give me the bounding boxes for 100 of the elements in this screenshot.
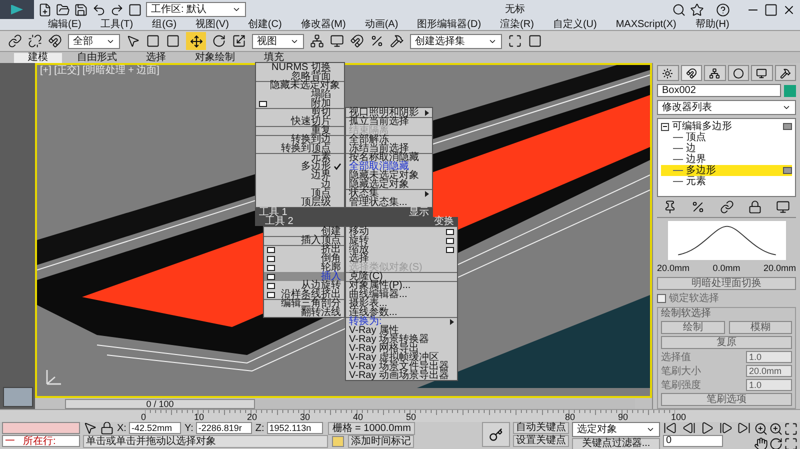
- stack-tool-icon[interactable]: [748, 200, 762, 214]
- stack-tool-icon[interactable]: [691, 200, 706, 214]
- menu-item[interactable]: 摄影表...: [346, 299, 457, 308]
- menu-item[interactable]: 移动: [346, 227, 457, 236]
- menu-item[interactable]: 视图(V): [196, 19, 229, 30]
- auto-key-button[interactable]: 自动关键点: [513, 422, 569, 434]
- menu-item[interactable]: 连线参数...: [346, 308, 457, 317]
- menu-item[interactable]: NURMS 切换: [256, 63, 344, 72]
- menu-item[interactable]: 全部解冻: [346, 135, 432, 144]
- stack-tool-icon[interactable]: [663, 200, 677, 214]
- menu-item[interactable]: 边: [256, 180, 344, 189]
- panel-tab-button[interactable]: [657, 65, 678, 81]
- quick-access-icon[interactable]: [74, 2, 88, 16]
- snap-icon[interactable]: [350, 34, 364, 48]
- menu-item[interactable]: 顶点: [256, 189, 344, 198]
- key-mode-button[interactable]: [482, 422, 510, 447]
- playback-icon[interactable]: [718, 421, 732, 435]
- stack-item[interactable]: 顶点: [661, 132, 792, 143]
- collapse-toggle[interactable]: [661, 122, 669, 130]
- coord-field[interactable]: -42.52mm: [129, 422, 182, 434]
- menu-item[interactable]: 快速切片: [256, 117, 344, 126]
- viewport-nav-icon[interactable]: [769, 422, 783, 436]
- reference-coord-dropdown[interactable]: 视图: [252, 34, 304, 48]
- select-icon[interactable]: [126, 34, 140, 48]
- menu-item[interactable]: 附加: [256, 99, 344, 108]
- time-slider-thumb[interactable]: 0 / 100: [65, 398, 255, 408]
- viewport-nav-icon[interactable]: [784, 422, 798, 436]
- menu-item[interactable]: V-Ray 动画场景导出器: [346, 371, 457, 380]
- lock-checkbox[interactable]: [657, 294, 666, 303]
- quick-access-icon[interactable]: [38, 2, 52, 16]
- rotate-icon[interactable]: [212, 34, 226, 48]
- menu-item[interactable]: 隐藏未选定对象: [256, 81, 344, 90]
- menu-item[interactable]: 创建: [264, 227, 344, 236]
- menu-item[interactable]: 翻转法线: [264, 308, 344, 317]
- menu-item[interactable]: 冻结当前选择: [346, 144, 432, 153]
- menu-item[interactable]: 动画(A): [364, 19, 398, 30]
- scale-icon[interactable]: [232, 34, 246, 48]
- revert-button[interactable]: 复原: [661, 336, 792, 349]
- lock-icon[interactable]: [100, 421, 114, 435]
- menu-item[interactable]: 组(G): [152, 19, 177, 30]
- named-selection-dropdown[interactable]: 创建选择集: [410, 34, 502, 48]
- menu-item[interactable]: 曲线编辑器...: [346, 290, 457, 299]
- move-tool-button[interactable]: [186, 32, 206, 50]
- listener-output-field[interactable]: 一 所在行:: [2, 435, 80, 447]
- frame-field[interactable]: 0: [663, 435, 723, 447]
- spinner-field[interactable]: 1.0: [746, 351, 792, 363]
- menu-item[interactable]: 忽略背面: [256, 72, 344, 81]
- set-key-button[interactable]: 设置关键点: [513, 435, 569, 447]
- maximize-icon[interactable]: [764, 2, 778, 16]
- percent-snap-icon[interactable]: [370, 34, 384, 48]
- region-select-icon[interactable]: [146, 34, 160, 48]
- menu-item[interactable]: 帮助(H): [695, 19, 730, 30]
- spinner-field[interactable]: 20.0mm: [746, 365, 792, 377]
- menu-item[interactable]: V-Ray 网格导出: [346, 344, 457, 353]
- menu-item[interactable]: 视口照明和阴影: [346, 108, 432, 117]
- menu-item[interactable]: 隐藏选定对象: [346, 180, 432, 189]
- menu-item[interactable]: 修改器(M): [300, 19, 346, 30]
- quick-access-icon[interactable]: [110, 2, 124, 16]
- menu-item[interactable]: 塌陷: [256, 90, 344, 99]
- menu-item[interactable]: 自定义(U): [552, 19, 597, 30]
- quick-access-icon[interactable]: [56, 2, 70, 16]
- viewport-nav-icon[interactable]: [769, 437, 783, 449]
- ribbon-tab[interactable]: 对象绘制: [181, 53, 249, 63]
- stack-item[interactable]: 可编辑多边形: [672, 121, 780, 132]
- menu-item[interactable]: 对象属性(P)...: [346, 281, 457, 290]
- menu-item[interactable]: 顶层级: [256, 198, 344, 207]
- add-time-tag-button[interactable]: 添加时间标记: [348, 434, 414, 448]
- shade-toggle-button[interactable]: 明暗处理面切换: [657, 277, 796, 290]
- menu-item[interactable]: 全部取消隐藏: [346, 162, 432, 171]
- menu-item[interactable]: 克隆(C): [346, 272, 457, 281]
- menu-item[interactable]: 工具(T): [100, 19, 134, 30]
- stack-item[interactable]: 边: [661, 143, 792, 154]
- ribbon-tab[interactable]: 选择: [132, 53, 180, 63]
- unlink-icon[interactable]: [28, 34, 42, 48]
- menu-item[interactable]: 渲染(R): [500, 19, 534, 30]
- menu-item[interactable]: 创建(C): [248, 19, 282, 30]
- viewport-nav-icon[interactable]: [784, 437, 798, 449]
- menu-item[interactable]: 挤出: [264, 245, 344, 254]
- viewport-nav-icon[interactable]: [754, 422, 768, 436]
- menu-item[interactable]: 转换到边: [256, 135, 344, 144]
- key-filters-button[interactable]: 关键点过滤器...: [572, 438, 660, 449]
- menu-item[interactable]: V-Ray 场景文件导出器: [346, 362, 457, 371]
- menu-item[interactable]: 从边旋转: [264, 281, 344, 290]
- playback-icon[interactable]: [700, 421, 714, 435]
- menu-item[interactable]: 转换为:: [346, 317, 457, 326]
- object-name-field[interactable]: Box002: [657, 84, 781, 97]
- ribbon-tab[interactable]: 建模: [14, 53, 62, 63]
- key-target-dropdown[interactable]: 选定对象: [572, 422, 660, 437]
- playback-icon[interactable]: [663, 421, 677, 435]
- render-icon[interactable]: [330, 34, 344, 48]
- stack-item[interactable]: 元素: [661, 176, 792, 187]
- viewport-nav-icon[interactable]: [754, 437, 768, 449]
- stack-tool-icon[interactable]: [720, 200, 734, 214]
- help-icon[interactable]: [716, 2, 730, 16]
- ribbon-tab[interactable]: 填充: [250, 53, 298, 63]
- menu-item[interactable]: V-Ray 虚拟帧缓冲区: [346, 353, 457, 362]
- menu-item[interactable]: 插入顶点: [264, 236, 344, 245]
- stack-tool-icon[interactable]: [776, 200, 790, 214]
- panel-tab-button[interactable]: [728, 65, 749, 81]
- menu-item[interactable]: 旋转: [346, 236, 457, 245]
